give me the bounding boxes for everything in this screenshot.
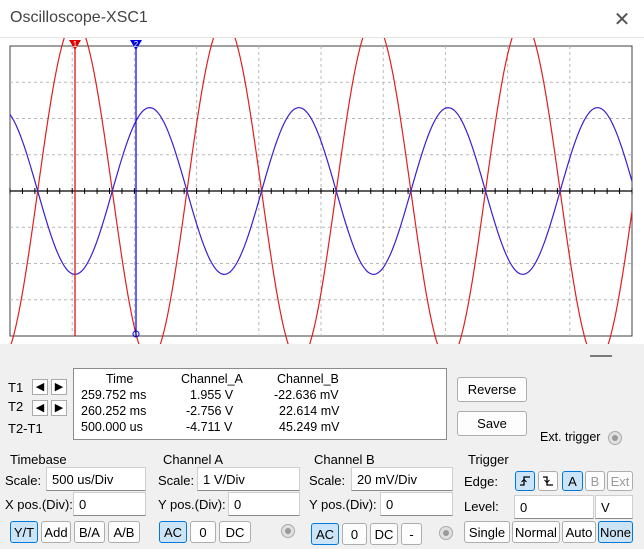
channel-a-title: Channel A [163, 452, 223, 467]
timebase-xpos-input[interactable]: 0 [73, 492, 146, 516]
channel-b-scale-label: Scale: [309, 473, 346, 488]
diff-channel-a: -4.711 V [186, 420, 233, 434]
timebase-scale-input[interactable]: 500 us/Div [46, 467, 146, 491]
trigger-level-unit[interactable]: V [595, 495, 633, 519]
row1-channel-b: -22.636 mV [274, 388, 339, 402]
ext-trigger-terminal-icon[interactable] [608, 431, 622, 445]
title-bar: Oscilloscope-XSC1 ✕ [0, 0, 644, 38]
trigger-none-button[interactable]: None [598, 521, 633, 543]
window-title: Oscilloscope-XSC1 [10, 9, 148, 26]
timebase-title: Timebase [10, 452, 67, 467]
row1-time: 259.752 ms [81, 388, 147, 402]
channel-b-minus-button[interactable]: - [401, 523, 422, 545]
close-icon[interactable]: ✕ [600, 0, 644, 38]
row1-channel-a: 1.955 V [190, 388, 234, 402]
channel-a-ypos-label: Y pos.(Div): [158, 497, 226, 512]
waveform-plot: 12 [9, 17, 633, 363]
channel-a-terminal-icon[interactable] [281, 524, 295, 538]
trigger-source-b-button[interactable]: B [585, 471, 605, 491]
channel-b-title: Channel B [314, 452, 375, 467]
channel-a-ac-button[interactable]: AC [159, 521, 187, 543]
timebase-scale-label: Scale: [5, 473, 42, 488]
ext-trigger-label: Ext. trigger [540, 430, 601, 444]
trigger-level-input[interactable]: 0 [514, 495, 594, 519]
t2-t1-label: T2-T1 [8, 421, 43, 436]
timebase-xpos-label: X pos.(Div): [5, 497, 73, 512]
header-channel-a: Channel_A [181, 372, 243, 386]
trigger-edge-label: Edge: [464, 474, 498, 489]
row2-channel-a: -2.756 V [186, 404, 234, 418]
row2-channel-b: 22.614 mV [279, 404, 340, 418]
scope-display: 12 [0, 17, 644, 363]
trigger-source-ext-button[interactable]: Ext [607, 471, 633, 491]
resize-grip[interactable] [590, 355, 612, 357]
header-channel-b: Channel_B [277, 372, 339, 386]
trigger-title: Trigger [468, 452, 509, 467]
t1-label: T1 [8, 380, 24, 395]
channel-b-dc-button[interactable]: DC [370, 523, 398, 545]
channel-b-zero-button[interactable]: 0 [342, 523, 367, 545]
channel-b-ypos-input[interactable]: 0 [380, 492, 453, 516]
channel-a-zero-button[interactable]: 0 [190, 521, 216, 543]
mode-add-button[interactable]: Add [41, 521, 71, 543]
t2-left-arrow-icon[interactable]: ◀ [32, 400, 48, 416]
channel-b-ac-button[interactable]: AC [311, 523, 339, 545]
trigger-single-button[interactable]: Single [464, 521, 510, 543]
channel-a-scale-label: Scale: [158, 473, 195, 488]
t2-right-arrow-icon[interactable]: ▶ [51, 400, 67, 416]
channel-a-ypos-input[interactable]: 0 [228, 492, 300, 516]
falling-edge-icon[interactable] [538, 471, 558, 491]
trigger-normal-button[interactable]: Normal [512, 521, 560, 543]
mode-ab-button[interactable]: A/B [108, 521, 140, 543]
channel-b-ypos-label: Y pos.(Div): [309, 497, 377, 512]
header-time: Time [106, 372, 134, 386]
trigger-source-a-button[interactable]: A [562, 471, 583, 491]
row2-time: 260.252 ms [81, 404, 147, 418]
channel-a-dc-button[interactable]: DC [219, 521, 251, 543]
cursor-t2-marker-label: 2 [134, 40, 139, 49]
t1-right-arrow-icon[interactable]: ▶ [51, 379, 67, 395]
rising-edge-icon[interactable] [515, 471, 535, 491]
mode-yt-button[interactable]: Y/T [10, 521, 38, 543]
diff-time: 500.000 us [81, 420, 143, 434]
channel-b-terminal-icon[interactable] [439, 526, 453, 540]
reverse-button[interactable]: Reverse [457, 377, 527, 402]
cursor-readout-table: Time Channel_A Channel_B 259.752 ms 1.95… [73, 368, 447, 440]
channel-a-scale-input[interactable]: 1 V/Div [197, 467, 300, 491]
t1-left-arrow-icon[interactable]: ◀ [32, 379, 48, 395]
mode-ba-button[interactable]: B/A [74, 521, 105, 543]
save-button[interactable]: Save [457, 411, 527, 436]
channel-b-scale-input[interactable]: 20 mV/Div [351, 467, 453, 491]
trigger-level-label: Level: [464, 499, 499, 514]
diff-channel-b: 45.249 mV [279, 420, 340, 434]
cursor-t1-marker-label: 1 [73, 40, 78, 49]
t2-label: T2 [8, 399, 24, 414]
trigger-auto-button[interactable]: Auto [562, 521, 596, 543]
